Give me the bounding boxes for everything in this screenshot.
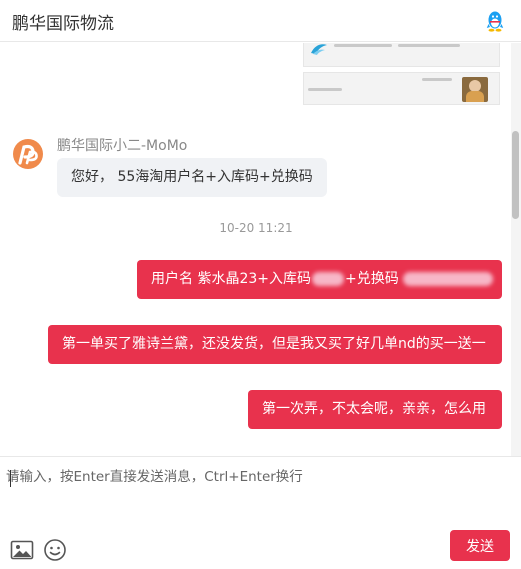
scrollbar-thumb[interactable] bbox=[512, 131, 519, 219]
redacted-text-line bbox=[308, 88, 342, 91]
composer: 发送 bbox=[0, 456, 521, 569]
image-message-thumbnail[interactable] bbox=[303, 72, 500, 105]
outgoing-message: 第一次弄，不太会呢，亲亲，怎么用 bbox=[248, 390, 502, 429]
qq-penguin-icon[interactable] bbox=[486, 10, 504, 32]
send-button[interactable]: 发送 bbox=[450, 530, 510, 561]
message-list[interactable]: 鹏华国际小二-MoMo 您好， 55海淘用户名+入库码+兑换码 10-20 11… bbox=[0, 43, 521, 456]
redacted-text-line bbox=[422, 78, 452, 81]
penghua-logo-avatar bbox=[13, 139, 43, 169]
emoji-icon[interactable] bbox=[43, 538, 67, 562]
scrollbar[interactable] bbox=[511, 43, 521, 456]
outgoing-message: 用户名 紫水晶23+入库码 +兑换码 bbox=[137, 260, 502, 299]
bird-logo-icon bbox=[311, 44, 327, 55]
message-timestamp: 10-20 11:21 bbox=[219, 221, 293, 235]
redacted-text-line bbox=[398, 44, 460, 47]
redacted-region bbox=[312, 272, 344, 286]
chat-header: 鹏华国际物流 bbox=[0, 0, 521, 42]
product-photo bbox=[462, 77, 488, 102]
message-text: +兑换码 bbox=[345, 271, 399, 287]
image-message-thumbnail[interactable] bbox=[303, 43, 500, 67]
message-text: 用户名 紫水晶23+入库码 bbox=[151, 271, 311, 287]
image-icon[interactable] bbox=[10, 538, 34, 562]
redacted-text-line bbox=[334, 44, 392, 47]
outgoing-message: 第一单买了雅诗兰黛，还没发货，但是我又买了好几单nd的买一送一 bbox=[48, 325, 502, 364]
agent-name: 鹏华国际小二-MoMo bbox=[57, 138, 188, 154]
incoming-message: 您好， 55海淘用户名+入库码+兑换码 bbox=[57, 158, 327, 197]
message-input[interactable] bbox=[6, 465, 506, 529]
text-cursor bbox=[10, 470, 11, 487]
header-title: 鹏华国际物流 bbox=[12, 14, 114, 34]
redacted-region bbox=[402, 272, 493, 286]
